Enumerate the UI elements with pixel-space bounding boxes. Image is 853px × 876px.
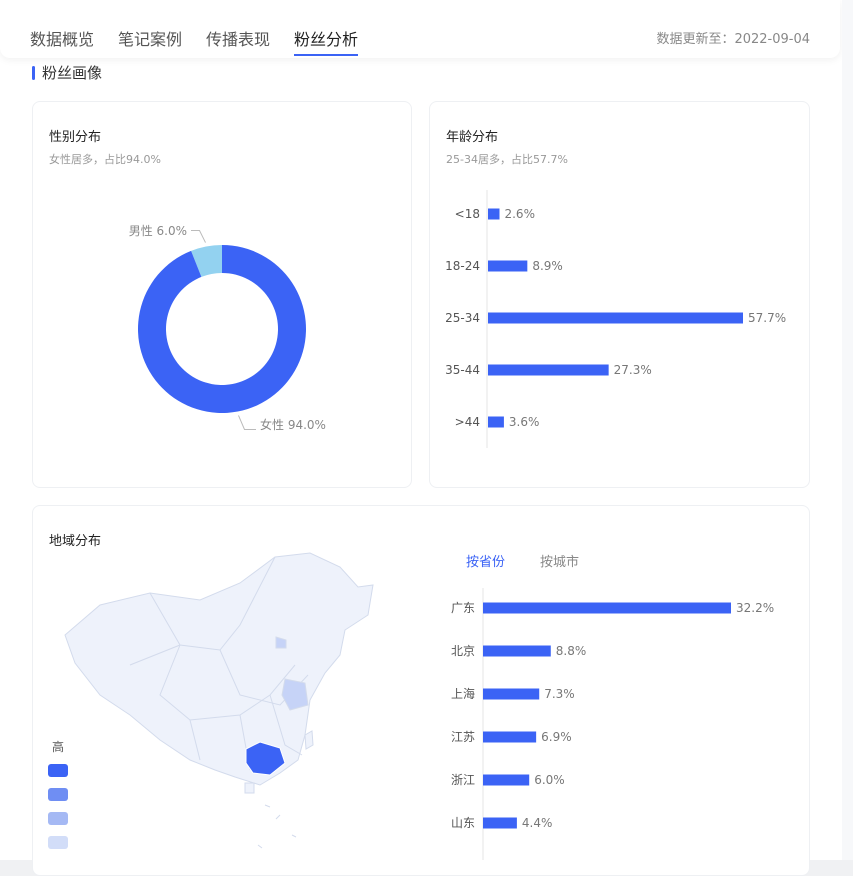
value-label: 8.9%: [532, 259, 563, 273]
category-label: 北京: [451, 644, 475, 658]
section-title: 粉丝画像: [42, 64, 103, 82]
category-label: >44: [455, 415, 480, 429]
bar[interactable]: [488, 312, 743, 324]
section-accent-bar: [32, 66, 35, 80]
tab-fan-analysis[interactable]: 粉丝分析: [294, 26, 358, 50]
tab-note-cases[interactable]: 笔记案例: [118, 26, 182, 50]
value-label: 2.6%: [504, 207, 535, 221]
value-label: 6.9%: [541, 730, 571, 744]
legend-swatch-3: [48, 812, 68, 825]
gender-card: 性别分布 女性居多，占比94.0% 男性 6.0% 女性 94.0%: [32, 101, 412, 488]
update-time: 数据更新至：2022-09-04: [656, 32, 810, 47]
tab-data-overview[interactable]: 数据概览: [30, 26, 94, 50]
bar[interactable]: [483, 645, 551, 657]
value-label: 6.0%: [534, 773, 565, 787]
category-label: 山东: [451, 816, 475, 830]
legend-swatch-4: [48, 836, 68, 849]
value-label: 3.6%: [509, 415, 540, 429]
value-label: 27.3%: [614, 363, 652, 377]
legend-swatch-2: [48, 788, 68, 801]
bar[interactable]: [483, 774, 530, 786]
category-label: <18: [455, 207, 480, 221]
value-label: 57.7%: [748, 311, 786, 325]
gender-donut-chart: 男性 6.0% 女性 94.0%: [129, 224, 326, 432]
category-label: 浙江: [451, 773, 475, 787]
bar[interactable]: [483, 731, 537, 743]
category-label: 35-44: [445, 363, 480, 377]
map-south-sea-islands: [257, 804, 297, 849]
age-bar-chart: <18 2.6% 18-24 8.9% 25-34 57.7% 35-44 27.3% >44 3…: [445, 190, 786, 448]
category-label: 25-34: [445, 311, 480, 325]
donut-slice-female[interactable]: [138, 245, 306, 414]
leader-line-male: [191, 230, 206, 243]
age-card: 年龄分布 25-34居多，占比57.7% <18 2.6% 18-24 8.9% 25-…: [429, 101, 810, 488]
value-label: 7.3%: [544, 687, 575, 701]
value-label: 32.2%: [736, 601, 774, 615]
bar[interactable]: [483, 817, 517, 829]
tab-by-city[interactable]: 按城市: [540, 551, 579, 570]
category-label: 上海: [451, 686, 475, 701]
bar[interactable]: [488, 260, 528, 272]
region-bar-chart: 广东 32.2% 北京 8.8% 上海 7.3% 江苏 6.9% 浙江 6.0% 山东 4.4%: [451, 588, 774, 860]
map-island-taiwan: [304, 730, 314, 750]
bar[interactable]: [483, 688, 540, 700]
bar[interactable]: [488, 364, 609, 376]
label-male: 男性 6.0%: [129, 224, 187, 238]
map-mainland[interactable]: [64, 552, 374, 786]
leader-line-female: [238, 415, 256, 430]
scrollbar-track[interactable]: [842, 0, 853, 876]
value-label: 4.4%: [522, 816, 553, 830]
bar[interactable]: [488, 208, 500, 220]
tab-by-province[interactable]: 按省份: [466, 551, 505, 570]
category-label: 江苏: [451, 730, 475, 744]
legend-high-label: 高: [52, 740, 65, 754]
bar[interactable]: [488, 416, 504, 428]
tab-spread-performance[interactable]: 传播表现: [206, 26, 270, 50]
top-nav-bar: 数据概览 笔记案例 传播表现 粉丝分析 数据更新至：2022-09-04: [0, 0, 840, 58]
value-label: 8.8%: [556, 644, 587, 658]
label-female: 女性 94.0%: [260, 417, 326, 432]
category-label: 18-24: [445, 259, 480, 273]
legend-swatch-1: [48, 764, 68, 777]
bar[interactable]: [483, 602, 731, 614]
active-tab-indicator: [294, 54, 358, 56]
category-label: 广东: [451, 601, 475, 615]
map-island-hainan: [244, 782, 255, 794]
china-map[interactable]: [40, 545, 420, 865]
